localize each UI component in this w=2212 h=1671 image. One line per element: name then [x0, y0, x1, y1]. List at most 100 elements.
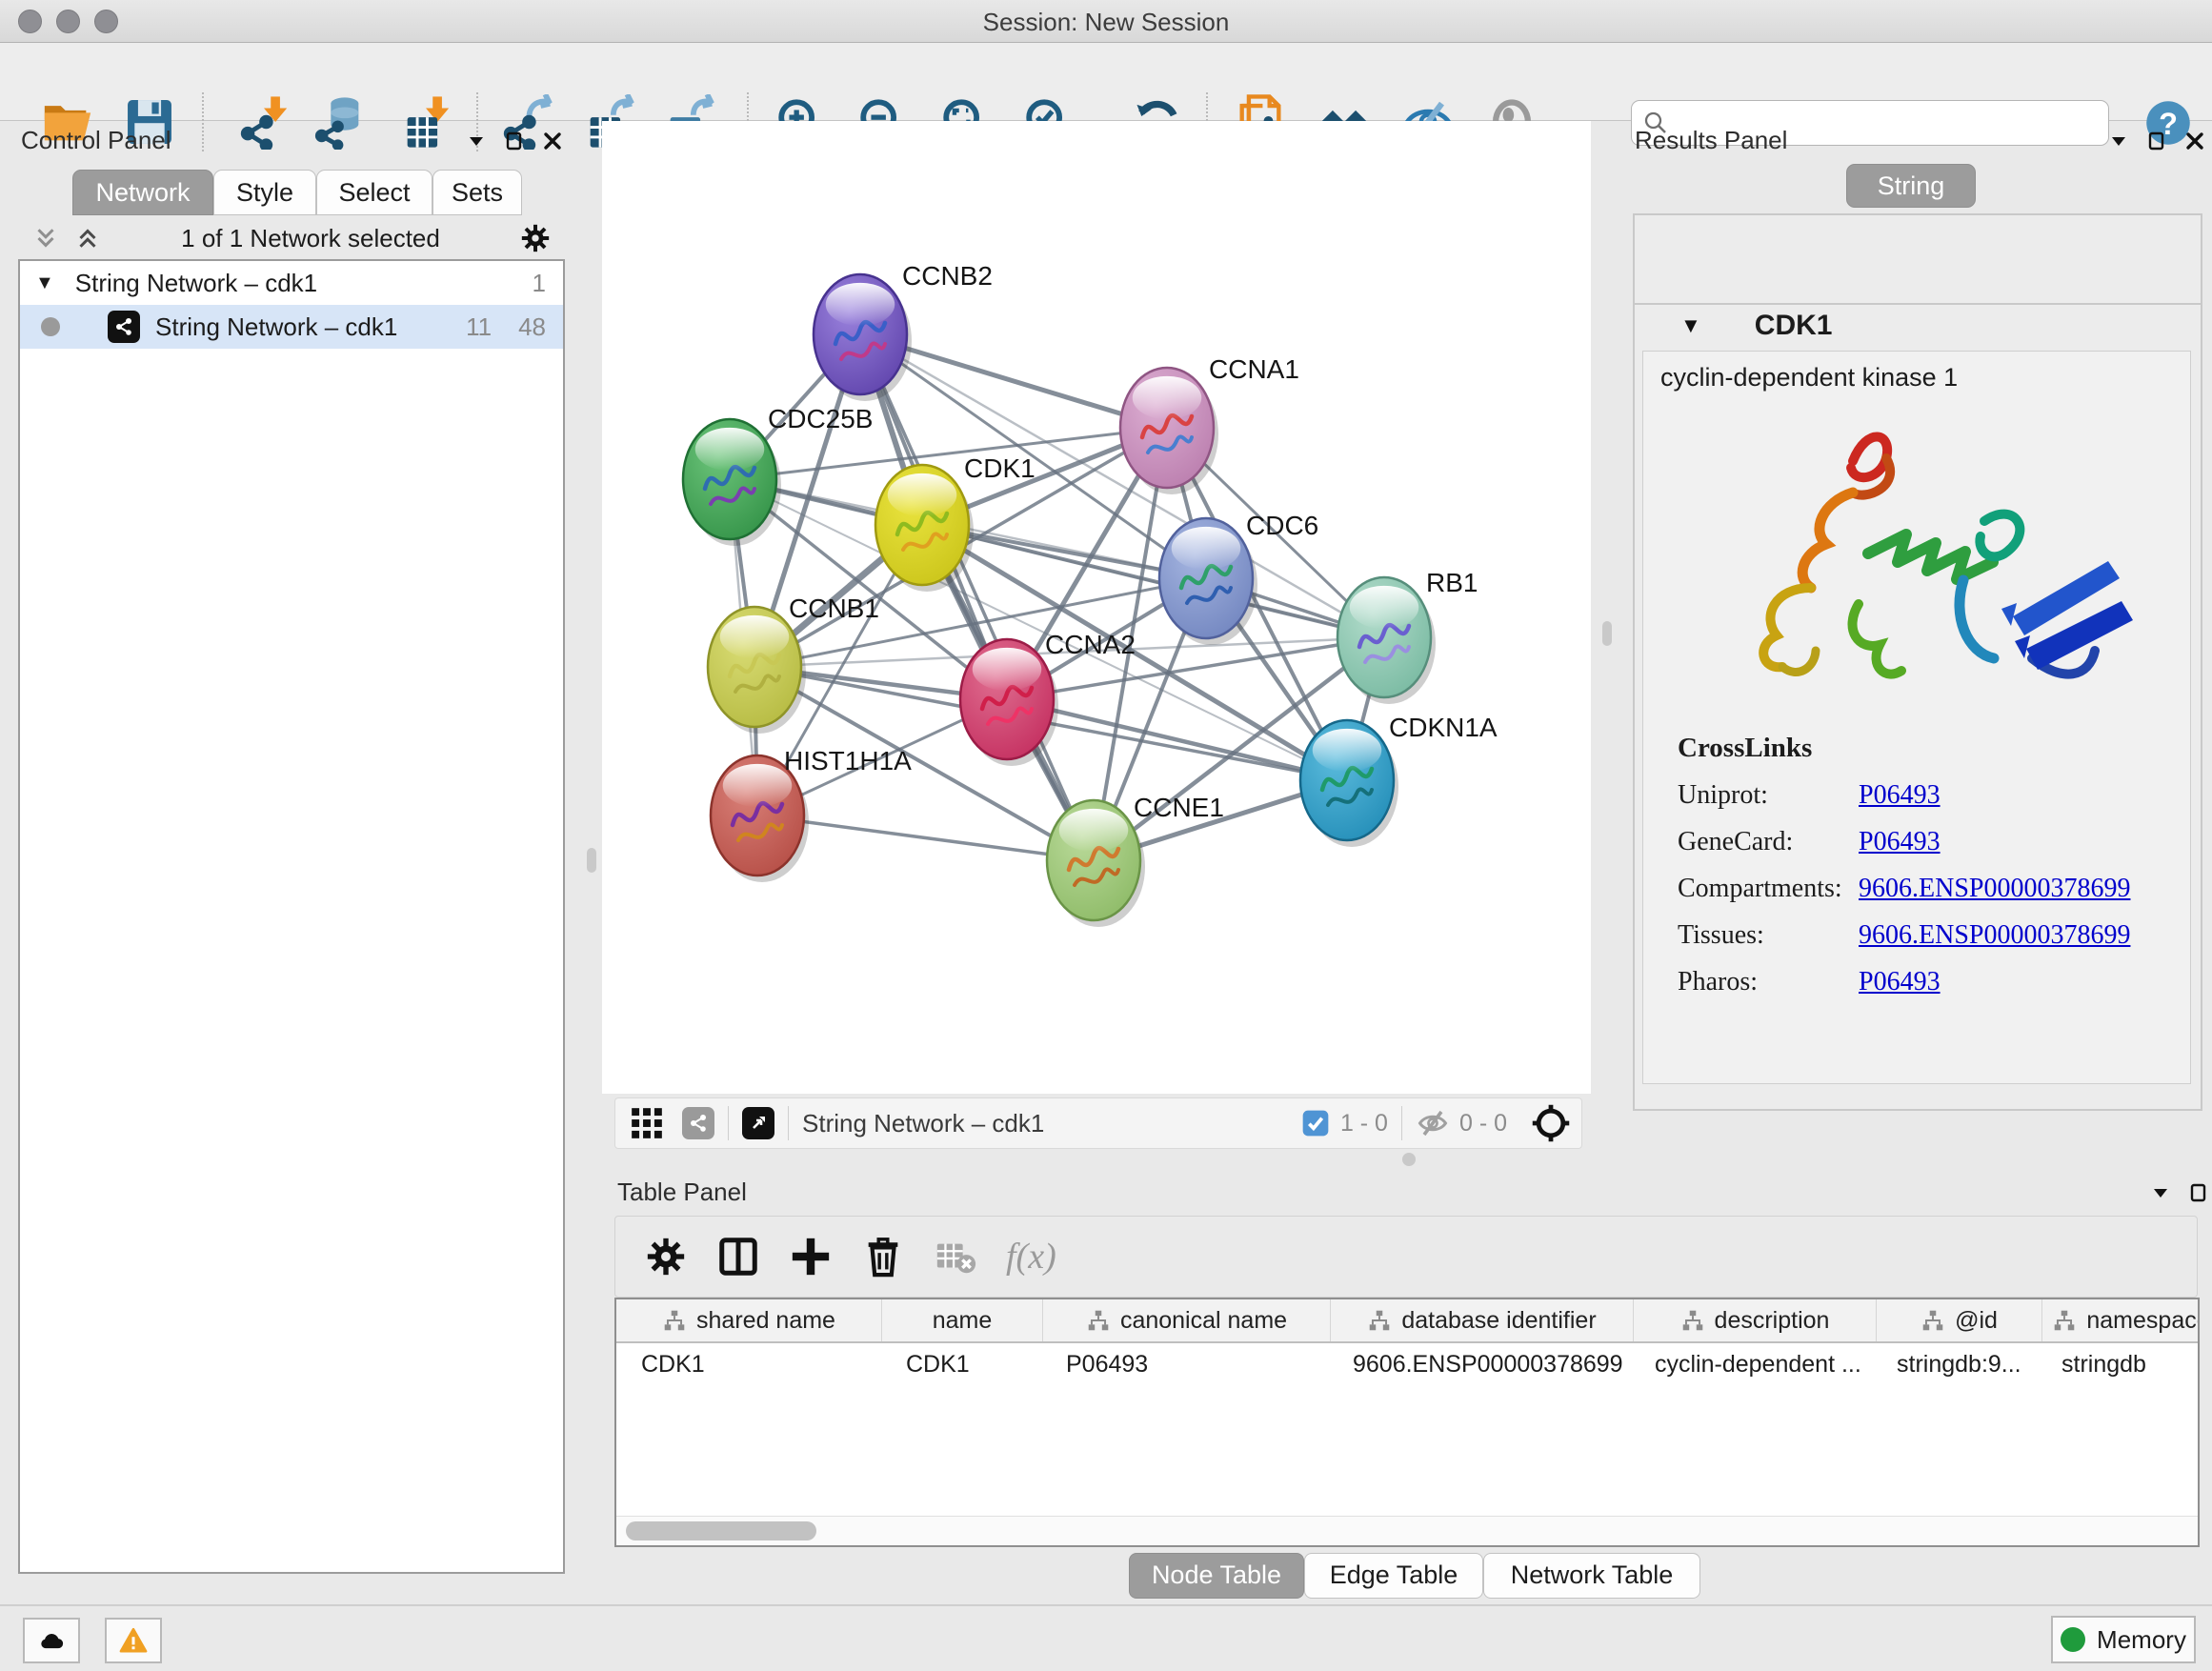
network-node-CCNE1[interactable]: CCNE1: [1047, 793, 1224, 927]
crosslink-link[interactable]: 9606.ENSP00000378699: [1859, 874, 2130, 904]
network-edge-CCNB2-CCNE1[interactable]: [860, 334, 1094, 860]
column-header-namespace[interactable]: namespace: [2042, 1299, 2200, 1341]
network-collection-row[interactable]: ▼ String Network – cdk1 1: [20, 261, 563, 305]
protein-name: CDK1: [1755, 310, 1833, 342]
status-bar: Memory: [0, 1604, 2212, 1671]
crosslink-link[interactable]: 9606.ENSP00000378699: [1859, 920, 2130, 951]
column-header-name[interactable]: name: [882, 1299, 1043, 1341]
network-row[interactable]: String Network – cdk1 11 48: [20, 305, 563, 349]
crosslink-link[interactable]: P06493: [1859, 780, 1941, 811]
network-options-gear-icon[interactable]: [519, 222, 552, 254]
tab-node-table[interactable]: Node Table: [1129, 1553, 1304, 1599]
node-label-CCNB2: CCNB2: [902, 261, 993, 291]
selected-checkbox-icon[interactable]: [1300, 1108, 1331, 1138]
warnings-button[interactable]: [105, 1618, 162, 1663]
table-toolbar: f(x): [614, 1216, 2198, 1298]
panel-close-icon[interactable]: [2183, 130, 2206, 152]
network-label: String Network – cdk1: [155, 312, 397, 342]
table-cell[interactable]: P06493: [1041, 1343, 1328, 1385]
network-node-CDC25B[interactable]: CDC25B: [683, 404, 873, 546]
table-cell[interactable]: CDK1: [616, 1343, 881, 1385]
string-network-icon: [108, 311, 140, 343]
panel-menu-icon[interactable]: [465, 130, 488, 152]
table-cell[interactable]: 9606.ENSP00000378699: [1328, 1343, 1630, 1385]
import-database-icon: [312, 94, 368, 150]
column-header--id[interactable]: @id: [1877, 1299, 2042, 1341]
node-label-HIST1H1A: HIST1H1A: [784, 746, 912, 775]
panel-close-icon[interactable]: [541, 130, 564, 152]
scrollbar-thumb[interactable]: [626, 1521, 816, 1540]
table-options-gear-icon[interactable]: [644, 1235, 688, 1278]
table-cell[interactable]: CDK1: [881, 1343, 1041, 1385]
network-node-CCNB1[interactable]: CCNB1: [708, 594, 879, 734]
network-node-HIST1H1A[interactable]: HIST1H1A: [711, 746, 912, 882]
panel-menu-icon[interactable]: [2107, 130, 2130, 152]
column-header-shared-name[interactable]: shared name: [616, 1299, 882, 1341]
show-columns-icon[interactable]: [716, 1235, 760, 1278]
node-label-CCNB1: CCNB1: [789, 594, 879, 623]
birdseye-view-icon[interactable]: [742, 1107, 774, 1139]
panel-float-icon[interactable]: [503, 130, 526, 152]
tab-style[interactable]: Style: [213, 170, 316, 215]
network-canvas[interactable]: CCNB2 CCNA1 CDC25B CDK1 CDC6 RB1 CCNB1 CCNA2 CDK…: [602, 121, 1591, 1094]
tab-string[interactable]: String: [1846, 164, 1976, 208]
table-hscrollbar[interactable]: [616, 1516, 2198, 1545]
collapse-protein-icon[interactable]: ▼: [1680, 313, 1701, 338]
import-table-button[interactable]: [398, 94, 453, 150]
network-node-CCNB2[interactable]: CCNB2: [814, 261, 993, 401]
tab-network-table[interactable]: Network Table: [1483, 1553, 1700, 1599]
right-splitter-handle[interactable]: [1602, 621, 1612, 646]
tree-expand-icon[interactable]: ▼: [35, 272, 54, 294]
column-label: database identifier: [1401, 1307, 1596, 1335]
grid-view-icon[interactable]: [629, 1105, 665, 1141]
network-node-CCNA2[interactable]: CCNA2: [960, 630, 1136, 766]
expand-all-icon[interactable]: [73, 224, 102, 252]
add-column-icon[interactable]: [789, 1235, 833, 1278]
network-node-CDKN1A[interactable]: CDKN1A: [1300, 713, 1498, 847]
tab-edge-table[interactable]: Edge Table: [1304, 1553, 1483, 1599]
fit-selected-crosshair-icon[interactable]: [1530, 1102, 1572, 1144]
panel-menu-icon[interactable]: [2149, 1181, 2172, 1204]
column-type-icon: [2052, 1308, 2077, 1333]
network-node-CCNA1[interactable]: CCNA1: [1120, 354, 1299, 494]
panel-float-icon[interactable]: [2145, 130, 2168, 152]
protein-structure-image: [1681, 409, 2158, 733]
network-node-CDK1[interactable]: CDK1: [875, 453, 1036, 592]
delete-table-icon[interactable]: [934, 1235, 977, 1278]
apply-function-icon[interactable]: f(x): [1006, 1236, 1056, 1278]
delete-column-icon[interactable]: [861, 1235, 905, 1278]
node-label-CDK1: CDK1: [964, 453, 1036, 483]
protein-header-row[interactable]: ▼ CDK1: [1635, 305, 2201, 347]
panel-float-icon[interactable]: [2187, 1181, 2210, 1204]
crosslink-row: Compartments:9606.ENSP00000378699: [1678, 874, 2130, 904]
import-network-file-button[interactable]: [236, 94, 292, 150]
protein-detail-box: cyclin-dependent kinase 1: [1642, 351, 2191, 1084]
cloud-status-button[interactable]: [23, 1618, 80, 1663]
crosslink-link[interactable]: P06493: [1859, 967, 1941, 997]
column-header-database-identifier[interactable]: database identifier: [1331, 1299, 1634, 1341]
tab-network[interactable]: Network: [72, 170, 213, 215]
table-row[interactable]: CDK1CDK1P064939606.ENSP00000378699cyclin…: [616, 1343, 2198, 1385]
toolbar-separator: [202, 92, 204, 151]
hidden-eye-slash-icon[interactable]: [1416, 1106, 1450, 1140]
column-header-description[interactable]: description: [1634, 1299, 1877, 1341]
tab-select[interactable]: Select: [316, 170, 432, 215]
network-node-RB1[interactable]: RB1: [1337, 568, 1478, 704]
crosslink-link[interactable]: P06493: [1859, 827, 1941, 857]
table-cell[interactable]: stringdb:9...: [1872, 1343, 2037, 1385]
table-cell[interactable]: stringdb: [2037, 1343, 2200, 1385]
node-label-RB1: RB1: [1426, 568, 1478, 597]
table-cell[interactable]: cyclin-dependent ...: [1630, 1343, 1872, 1385]
hidden-counts: 0 - 0: [1459, 1110, 1507, 1137]
horizontal-splitter-handle[interactable]: [1402, 1153, 1416, 1166]
left-splitter-handle[interactable]: [587, 848, 596, 873]
tab-sets[interactable]: Sets: [432, 170, 522, 215]
collapse-all-icon[interactable]: [31, 224, 60, 252]
crosslink-label: Compartments:: [1678, 874, 1859, 904]
memory-button[interactable]: Memory: [2051, 1616, 2196, 1663]
column-header-canonical-name[interactable]: canonical name: [1043, 1299, 1331, 1341]
network-view-icon[interactable]: [682, 1107, 714, 1139]
import-network-database-button[interactable]: [312, 94, 368, 150]
node-table: shared namenamecanonical name database id…: [614, 1298, 2200, 1547]
network-node-CDC6[interactable]: CDC6: [1159, 511, 1318, 645]
